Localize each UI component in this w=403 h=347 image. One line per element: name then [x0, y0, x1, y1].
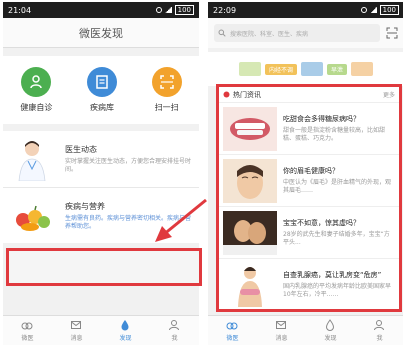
home-icon [21, 322, 33, 330]
quick-actions: 健康自诊 疾病库 扫一扫 [3, 56, 199, 124]
news-item[interactable]: 你的眉毛健康吗？ 中医认为《眉毛》是肝血精气的外现，观其眉毛…… [219, 155, 399, 207]
signal-icon [164, 7, 172, 13]
fire-icon [223, 91, 230, 98]
disease-nutrition-title: 疾病与营养 [65, 201, 105, 211]
tab-weiyi-label: 微医 [226, 335, 239, 342]
tab-me[interactable]: 我 [168, 319, 180, 342]
disease-library-button[interactable]: 疾病库 [86, 67, 117, 113]
news-item[interactable]: 吃甜食会多得糖尿病吗？ 甜食一般是指淀粉含糖量较高，比如甜糕、蛋糕、巧克力。 [219, 103, 399, 155]
tab-discover[interactable]: 发现 [324, 319, 337, 342]
news-title: 宝宝不如意，惊其虚吗？ [283, 219, 360, 227]
status-bar: 21:04 100 [3, 2, 199, 18]
scan-label: 扫一扫 [154, 103, 179, 112]
bottom-tab-bar: 微医 消息 发现 我 [3, 315, 199, 345]
disease-library-label: 疾病库 [89, 103, 114, 112]
doctor-image [11, 137, 53, 181]
category-pill[interactable]: 内经不调 [264, 63, 297, 75]
status-time: 21:04 [8, 5, 32, 15]
left-phone-screen: 21:04 100 微医发现 健康自诊 疾病库 扫一扫 医生动态 实时掌握关注医… [3, 2, 199, 345]
scan-icon[interactable] [386, 27, 398, 39]
tab-weiyi-label: 微医 [21, 335, 34, 342]
location-icon [155, 7, 162, 13]
search-icon [218, 29, 226, 37]
drop-icon [326, 319, 335, 331]
search-input[interactable]: 搜索医院、科室、医生、疾病 [214, 24, 380, 42]
status-time: 22:09 [213, 5, 237, 15]
empty-highlight-area [6, 248, 202, 286]
tab-me[interactable]: 我 [373, 319, 385, 342]
disease-nutrition-desc: 生病需有良药。疾病与营养密切相关。疾病与营养帮助您。 [65, 214, 192, 230]
tab-weiyi[interactable]: 微医 [226, 319, 239, 342]
news-desc: 28岁的武先生和妻子结婚多年，宝宝“方平头... [283, 231, 390, 246]
tab-weiyi[interactable]: 微医 [21, 319, 34, 342]
category-chip[interactable] [238, 62, 261, 76]
tab-discover-label: 发现 [119, 335, 132, 342]
couple-image [223, 210, 277, 255]
hot-news-title: 热门资讯 [233, 90, 261, 99]
profile-icon [374, 320, 385, 331]
tab-messages[interactable]: 消息 [275, 319, 288, 342]
woman-image [223, 262, 277, 307]
drop-icon [121, 320, 129, 331]
category-pill[interactable]: 早泄 [327, 63, 348, 75]
message-icon [276, 321, 287, 329]
hot-news-panel: 热门资讯 更多 吃甜食会多得糖尿病吗？ 甜食一般是指淀粉含糖量较高，比如甜糕、蛋… [216, 84, 402, 312]
location-icon [360, 7, 367, 13]
page-title: 微医发现 [3, 18, 199, 48]
book-icon [86, 67, 117, 97]
category-chips: 内经不调 早泄 [208, 52, 403, 86]
signal-icon [369, 7, 377, 13]
category-chip[interactable] [351, 62, 374, 76]
category-chip[interactable] [301, 62, 323, 76]
face-image [223, 158, 277, 203]
teeth-image [223, 106, 277, 151]
tab-messages-label: 消息 [275, 335, 288, 342]
scan-button[interactable]: 扫一扫 [151, 67, 182, 113]
health-self-check-button[interactable]: 健康自诊 [20, 67, 52, 113]
tab-me-label: 我 [171, 335, 178, 342]
news-title: 吃甜食会多得糖尿病吗？ [283, 115, 360, 123]
news-desc: 中医认为《眉毛》是肝血精气的外现，观其眉毛…… [283, 179, 392, 194]
message-icon [71, 321, 82, 329]
tab-messages[interactable]: 消息 [70, 319, 83, 342]
scan-icon [151, 67, 182, 97]
tab-discover-label: 发现 [324, 335, 337, 342]
search-placeholder: 搜索医院、科室、医生、疾病 [230, 30, 309, 38]
bottom-tab-bar: 微医 消息 发现 我 [208, 315, 403, 345]
search-row: 搜索医院、科室、医生、疾病 [208, 18, 403, 48]
person-icon [21, 67, 52, 97]
doctor-news-title: 医生动态 [65, 145, 97, 154]
doctor-news-desc: 实时掌握关注医生动态，方便您合理安排挂号时间。 [65, 158, 192, 173]
disease-nutrition-item[interactable]: 疾病与营养 生病需有良药。疾病与营养密切相关。疾病与营养帮助您。 [3, 187, 199, 243]
news-item[interactable]: 宝宝不如意，惊其虚吗？ 28岁的武先生和妻子结婚多年，宝宝“方平头... [219, 207, 399, 259]
hot-news-header: 热门资讯 更多 [219, 87, 399, 103]
profile-icon [169, 320, 180, 331]
news-title: 自查乳腺癌，莫让乳房变“危房” [283, 271, 382, 279]
news-desc: 甜食一般是指淀粉含糖量较高，比如甜糕、蛋糕、巧克力。 [283, 127, 386, 142]
tab-messages-label: 消息 [70, 335, 83, 342]
status-bar: 22:09 100 [208, 2, 403, 18]
news-title: 你的眉毛健康吗？ [283, 167, 339, 175]
health-self-check-label: 健康自诊 [20, 103, 53, 112]
tab-me-label: 我 [376, 335, 383, 342]
tab-discover[interactable]: 发现 [119, 319, 132, 342]
home-icon [226, 322, 238, 330]
more-link[interactable]: 更多 [383, 90, 395, 99]
battery-icon: 100 [174, 5, 194, 15]
news-item[interactable]: 自查乳腺癌，莫让乳房变“危房” 国内乳腺癌的平均发病年龄比欧美国家早10年左右，… [219, 259, 399, 309]
doctor-news-item[interactable]: 医生动态 实时掌握关注医生动态，方便您合理安排挂号时间。 [3, 131, 199, 187]
news-desc: 国内乳腺癌的平均发病年龄比欧美国家早10年左右，冷平…… [283, 283, 392, 298]
fruit-image [11, 193, 53, 238]
battery-icon: 100 [379, 5, 399, 15]
